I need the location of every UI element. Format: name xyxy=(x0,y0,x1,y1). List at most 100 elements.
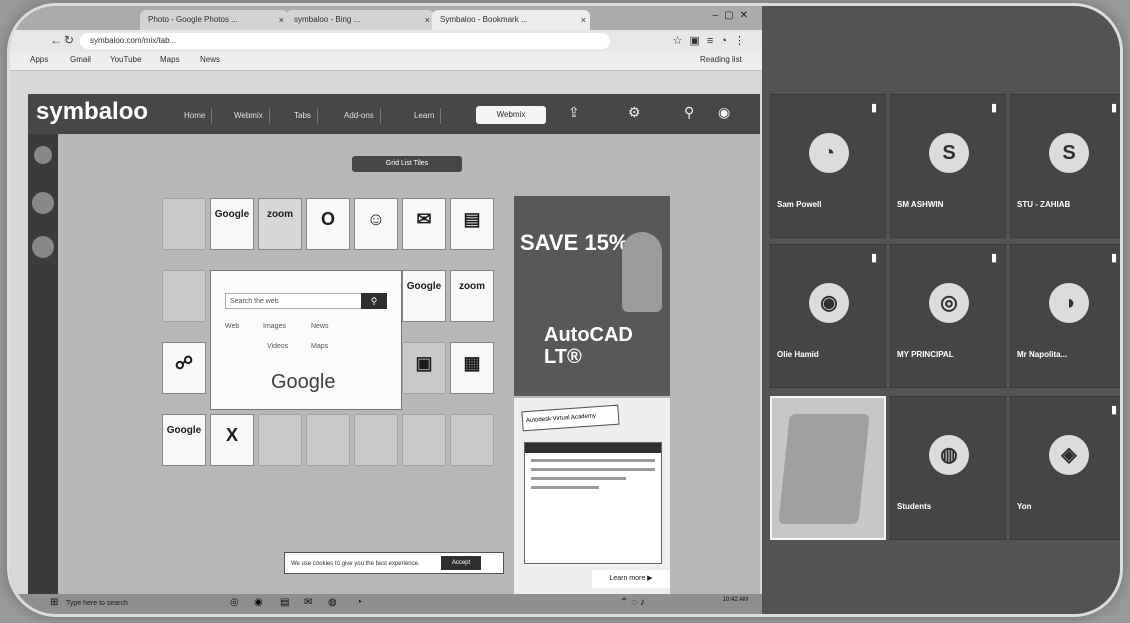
search-icon[interactable]: ⚲ xyxy=(684,104,694,121)
search-option[interactable]: Images xyxy=(263,323,286,330)
ad2-card xyxy=(524,442,662,564)
close-icon[interactable]: × xyxy=(279,10,284,30)
close-icon[interactable]: × xyxy=(425,10,430,30)
tab-label: symbaloo - Bing ... xyxy=(294,15,361,24)
tile[interactable]: ✉ xyxy=(402,198,446,250)
nav-item[interactable]: Webmix xyxy=(228,108,270,124)
reload-icon[interactable]: ↻ xyxy=(64,33,74,47)
chrome-icon[interactable]: ◉ xyxy=(254,597,263,608)
nav-item[interactable]: Tabs xyxy=(288,108,318,124)
tile[interactable]: ▤ xyxy=(450,198,494,250)
bookmark[interactable]: Gmail xyxy=(70,55,91,64)
avatar: ◍ xyxy=(929,435,969,475)
avatar: ◑ xyxy=(1049,283,1089,323)
google-search-input[interactable]: Search the web xyxy=(225,293,375,309)
tab-label: Symbaloo - Bookmark ... xyxy=(440,15,528,24)
empty-tile[interactable] xyxy=(162,270,206,322)
settings-icon[interactable]: ⚙ xyxy=(628,104,641,121)
tile[interactable]: zoom xyxy=(450,270,494,322)
search-option[interactable]: Maps xyxy=(311,343,328,350)
participant-tile[interactable]: ▮ ◔ Sam Powell xyxy=(770,94,886,238)
tile[interactable]: ▣ xyxy=(402,342,446,394)
participant-tile[interactable]: ▮ S SM ASHWIN xyxy=(890,94,1006,238)
tile-glyph: ✉ xyxy=(416,209,432,229)
window-controls[interactable]: –▢✕ xyxy=(713,10,754,21)
account-icon[interactable]: ◉ xyxy=(718,104,730,121)
empty-tile[interactable] xyxy=(258,414,302,466)
photo-frame: Photo - Google Photos ... × symbaloo - Bi… xyxy=(10,6,1120,614)
accept-button[interactable]: Accept xyxy=(441,556,481,570)
bookmark[interactable]: Maps xyxy=(160,55,180,64)
participant-tile[interactable]: ▮ ◉ Olie Hamid xyxy=(770,244,886,388)
tile[interactable]: X xyxy=(210,414,254,466)
tile[interactable]: ▦ xyxy=(450,342,494,394)
tile-glyph: ☺ xyxy=(366,209,386,229)
start-icon[interactable]: ⊞ xyxy=(50,597,58,608)
card-header xyxy=(525,443,661,453)
mail-icon[interactable]: ✉ xyxy=(304,597,312,608)
meeting-grid: ▮ ◔ Sam Powell ▮ S SM ASHWIN ▮ S STU - Z… xyxy=(762,6,1120,614)
participant-tile[interactable]: ▮ ◈ Yon xyxy=(1010,396,1120,540)
symbaloo-logo[interactable]: symbaloo xyxy=(36,98,148,126)
text-line xyxy=(531,459,655,462)
nav-item[interactable]: Add-ons xyxy=(338,108,381,124)
tile[interactable]: Google xyxy=(402,270,446,322)
participant-tile[interactable]: ▮ ◑ Mr Napolita... xyxy=(1010,244,1120,388)
ad2-title: Autodesk Virtual Academy xyxy=(521,404,620,432)
bookmark[interactable]: YouTube xyxy=(110,55,141,64)
files-icon[interactable]: ▤ xyxy=(280,597,289,608)
menu-icon[interactable] xyxy=(34,146,52,164)
tile[interactable]: Google xyxy=(162,414,206,466)
webmix-selector[interactable]: Webmix xyxy=(476,106,546,124)
tile-glyph: Google xyxy=(214,209,250,220)
cookie-text: We use cookies to give you the best expe… xyxy=(291,561,420,567)
tile-glyph: ▣ xyxy=(415,353,433,373)
advert-panel[interactable]: SAVE 15% AutoCAD LT® xyxy=(514,196,670,396)
reading-list[interactable]: Reading list xyxy=(700,55,742,64)
bookmark[interactable]: Apps xyxy=(30,55,48,64)
app-icon[interactable]: ◍ xyxy=(328,597,337,608)
view-toggle[interactable]: Grid List Tiles xyxy=(352,156,462,172)
browser-tab[interactable]: symbaloo - Bing ... × xyxy=(286,10,434,30)
search-option[interactable]: Web xyxy=(225,323,239,330)
nav-item[interactable]: Home xyxy=(178,108,213,124)
mic-muted-icon: ▮ xyxy=(1110,404,1117,416)
taskbar-search[interactable]: Type here to search xyxy=(66,598,176,610)
participant-video-tile[interactable] xyxy=(770,396,886,540)
empty-tile[interactable] xyxy=(354,414,398,466)
empty-tile[interactable] xyxy=(162,198,206,250)
participant-tile[interactable]: ▮ S STU - ZAHIAB xyxy=(1010,94,1120,238)
search-option[interactable]: Videos xyxy=(267,343,288,350)
bookmark[interactable]: News xyxy=(200,55,220,64)
learn-more-button[interactable]: Learn more ▶ xyxy=(592,570,670,588)
tile[interactable]: Google xyxy=(210,198,254,250)
empty-tile[interactable] xyxy=(450,414,494,466)
participant-tile[interactable]: ▮ ◎ MY PRINCIPAL xyxy=(890,244,1006,388)
search-option[interactable]: News xyxy=(311,323,329,330)
search-button[interactable]: ⚲ xyxy=(361,293,387,309)
back-icon[interactable]: ← xyxy=(50,33,62,47)
avatar[interactable] xyxy=(32,236,54,258)
advert-panel-lower[interactable]: Autodesk Virtual Academy Learn more ▶ xyxy=(514,398,670,598)
empty-tile[interactable] xyxy=(306,414,350,466)
extensions-icon[interactable]: ☆▣≡◔⋮ xyxy=(673,34,752,47)
share-icon[interactable]: ⇪ xyxy=(568,104,580,121)
browser-tab-active[interactable]: Symbaloo - Bookmark ... × xyxy=(432,10,590,30)
tray-icon[interactable]: ⌃ ◌ ♪ xyxy=(620,597,645,608)
address-row: ← ↻ symbaloo.com/mix/tab... ☆▣≡◔⋮ xyxy=(10,30,762,52)
app-icon[interactable]: ◔ xyxy=(356,597,362,608)
tile[interactable]: zoom xyxy=(258,198,302,250)
avatar: ◈ xyxy=(1049,435,1089,475)
avatar: S xyxy=(929,133,969,173)
taskview-icon[interactable]: ◎ xyxy=(230,597,239,608)
participant-tile[interactable]: ◍ Students xyxy=(890,396,1006,540)
browser-tab[interactable]: Photo - Google Photos ... × xyxy=(140,10,288,30)
nav-item[interactable]: Learn xyxy=(408,108,442,124)
address-bar[interactable]: symbaloo.com/mix/tab... xyxy=(80,33,610,49)
tile[interactable]: ☍ xyxy=(162,342,206,394)
tile[interactable]: O xyxy=(306,198,350,250)
tile[interactable]: ☺ xyxy=(354,198,398,250)
empty-tile[interactable] xyxy=(402,414,446,466)
avatar[interactable] xyxy=(32,192,54,214)
close-icon[interactable]: × xyxy=(581,10,586,30)
